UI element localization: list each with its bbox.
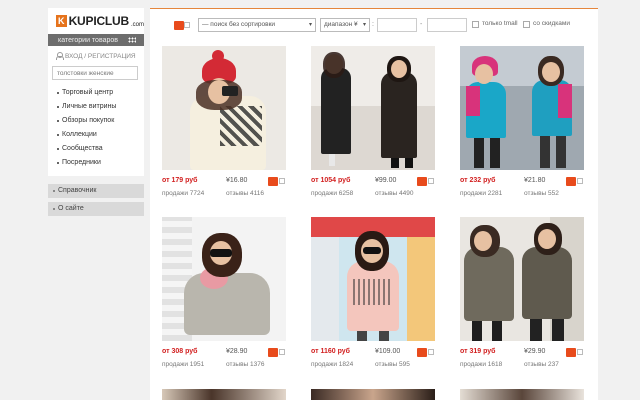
external-link-icon[interactable] (428, 178, 434, 184)
range-separator: - (420, 21, 423, 28)
logo-badge: K (56, 15, 67, 27)
nav-item-reviews[interactable]: Обзоры покупок (52, 114, 140, 128)
price-rub: от 1160 руб (311, 348, 351, 355)
product-card[interactable]: от 319 руб ¥29.90 продажи 1618 отзывы 23… (458, 217, 586, 371)
price-rub: от 1054 руб (311, 177, 351, 184)
product-image[interactable] (162, 46, 286, 170)
product-card[interactable]: от 1054 руб ¥99.00 продажи 6258 отзывы 4… (309, 46, 437, 200)
price-max-input[interactable] (427, 18, 467, 32)
taobao-icon[interactable] (417, 348, 427, 357)
external-link-icon[interactable] (279, 178, 285, 184)
logo-domain: .com (130, 22, 144, 28)
main-content: — поиск без сортировки ▾ диапазон ¥ ▾ : … (150, 8, 598, 400)
tmall-label: только tmall (482, 20, 518, 27)
price-rub: от 308 руб (162, 348, 198, 355)
price-cny: ¥21.80 (524, 177, 546, 184)
product-image[interactable] (460, 217, 584, 341)
nav-item-communities[interactable]: Сообщества (52, 142, 140, 156)
price-min-input[interactable] (377, 18, 417, 32)
sales-count: продажи 1951 (162, 361, 205, 368)
product-card[interactable] (309, 389, 437, 400)
reviews-count: отзывы 4116 (226, 190, 265, 197)
search-input[interactable] (52, 66, 138, 80)
product-card[interactable] (458, 389, 586, 400)
about-button[interactable]: О сайте (48, 202, 144, 216)
categories-bar[interactable]: категории товаров (48, 34, 144, 46)
grid-icon[interactable] (128, 37, 136, 43)
external-link-icon (184, 22, 190, 28)
handbook-button[interactable]: Справочник (48, 184, 144, 198)
taobao-icon[interactable] (566, 348, 576, 357)
external-link-icon[interactable] (279, 349, 285, 355)
price-rub: от 232 руб (460, 177, 496, 184)
price-rub: от 319 руб (460, 348, 496, 355)
reviews-count: отзывы 552 (524, 190, 559, 197)
reviews-count: отзывы 4490 (375, 190, 414, 197)
user-icon (56, 52, 64, 60)
range-select[interactable]: диапазон ¥ ▾ (320, 18, 370, 32)
nav-item-agents[interactable]: Посредники (52, 156, 140, 170)
product-card[interactable] (160, 389, 288, 400)
range-colon: : (372, 21, 374, 28)
product-card[interactable]: от 1160 руб ¥109.00 продажи 1824 отзывы … (309, 217, 437, 371)
product-card[interactable]: от 308 руб ¥28.90 продажи 1951 отзывы 13… (160, 217, 288, 371)
price-cny: ¥109.00 (375, 348, 401, 355)
site-logo[interactable]: K KUPICLUB .com (48, 8, 144, 34)
tmall-checkbox[interactable] (472, 21, 479, 28)
price-cny: ¥29.90 (524, 348, 546, 355)
sales-count: продажи 1824 (311, 361, 354, 368)
product-card[interactable]: от 179 руб ¥16.80 продажи 7724 отзывы 41… (160, 46, 288, 200)
reviews-count: отзывы 595 (375, 361, 410, 368)
range-value: диапазон ¥ (324, 21, 358, 28)
product-image[interactable] (311, 389, 435, 400)
reviews-count: отзывы 237 (524, 361, 559, 368)
chevron-down-icon: ▾ (362, 22, 366, 28)
taobao-icon[interactable] (268, 348, 278, 357)
sales-count: продажи 2281 (460, 190, 503, 197)
price-cny: ¥16.80 (226, 177, 248, 184)
sort-value: — поиск без сортировки (202, 21, 276, 28)
logo-name: KUPICLUB (68, 14, 130, 28)
login-link[interactable]: ВХОД / РЕГИСТРАЦИЯ (52, 50, 140, 62)
taobao-icon[interactable] (174, 21, 190, 30)
filter-bar: — поиск без сортировки ▾ диапазон ¥ ▾ : … (150, 17, 598, 33)
product-card[interactable]: от 232 руб ¥21.80 продажи 2281 отзывы 55… (458, 46, 586, 200)
product-image[interactable] (311, 217, 435, 341)
price-cny: ¥99.00 (375, 177, 397, 184)
taobao-icon[interactable] (417, 177, 427, 186)
sidebar-nav: Торговый центр Личные витрины Обзоры пок… (52, 86, 140, 170)
discount-label: со скидками (533, 20, 570, 27)
chevron-down-icon: ▾ (308, 22, 312, 28)
product-image[interactable] (162, 389, 286, 400)
nav-item-showcases[interactable]: Личные витрины (52, 100, 140, 114)
taobao-icon[interactable] (566, 177, 576, 186)
nav-item-collections[interactable]: Коллекции (52, 128, 140, 142)
product-image[interactable] (460, 389, 584, 400)
price-rub: от 179 руб (162, 177, 198, 184)
product-image[interactable] (162, 217, 286, 341)
reviews-count: отзывы 1376 (226, 361, 265, 368)
sales-count: продажи 1618 (460, 361, 503, 368)
taobao-icon[interactable] (268, 177, 278, 186)
discount-checkbox[interactable] (523, 21, 530, 28)
login-label: ВХОД / РЕГИСТРАЦИЯ (65, 52, 136, 60)
product-image[interactable] (460, 46, 584, 170)
external-link-icon[interactable] (577, 349, 583, 355)
external-link-icon[interactable] (577, 178, 583, 184)
nav-item-mall[interactable]: Торговый центр (52, 86, 140, 100)
product-image[interactable] (311, 46, 435, 170)
categories-label: категории товаров (58, 36, 118, 44)
external-link-icon[interactable] (428, 349, 434, 355)
sales-count: продажи 6258 (311, 190, 354, 197)
price-cny: ¥28.90 (226, 348, 248, 355)
sort-select[interactable]: — поиск без сортировки ▾ (198, 18, 316, 32)
sales-count: продажи 7724 (162, 190, 205, 197)
sidebar-panel: ВХОД / РЕГИСТРАЦИЯ Торговый центр Личные… (48, 46, 144, 176)
sidebar: K KUPICLUB .com категории товаров ВХОД /… (48, 8, 144, 216)
